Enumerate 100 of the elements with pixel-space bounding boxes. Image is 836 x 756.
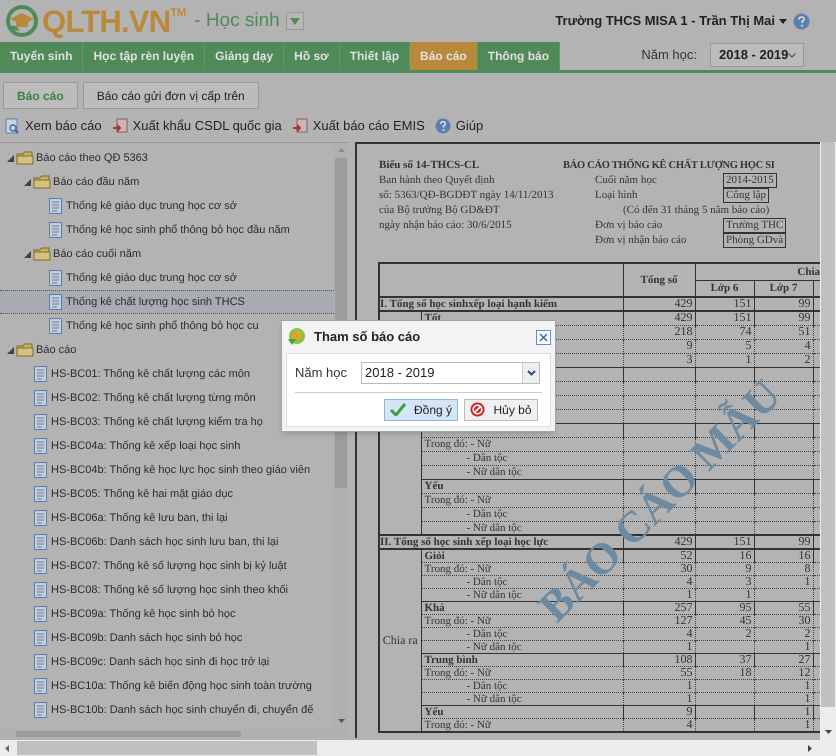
table-cell: 1 xyxy=(686,678,692,692)
issued-line: Ban hành theo Quyết định xyxy=(379,173,496,188)
module-name: - Học sinh xyxy=(194,8,280,33)
side-label: Chia ra xyxy=(382,633,418,648)
row-label: - Dân tộc xyxy=(466,576,508,588)
field-note: (Có đến 31 tháng 5 năm báo cáo) xyxy=(622,203,770,218)
row-label: - Dân tộc xyxy=(466,452,508,464)
field-label: Đơn vị nhận báo cáo xyxy=(595,233,688,248)
row-label: Trong đó: - Nữ xyxy=(424,667,491,679)
table-cell: 151 xyxy=(734,310,752,324)
table-cell: 1 xyxy=(804,574,810,588)
table-cell: 55 xyxy=(798,600,810,614)
row-label: Trong đó: - Nữ xyxy=(424,615,491,627)
field-value: Phòng GDvà xyxy=(723,233,786,248)
table-cell: 108 xyxy=(674,652,692,666)
row-label: Trong đó: - Nữ xyxy=(424,563,491,575)
logo-text: QLTH.VN xyxy=(42,6,170,36)
issued-line: của Bộ trưởng Bộ GD&ĐT xyxy=(379,203,501,218)
table-cell: 99 xyxy=(798,296,810,310)
dialog-title: Tham số báo cáo xyxy=(314,328,422,346)
table-cell: 429 xyxy=(674,310,692,324)
table-cell: 16 xyxy=(798,548,810,562)
table-cell: 52 xyxy=(680,548,692,562)
form-code: Biểu số 14-THCS-CL xyxy=(379,158,480,173)
table-cell: 9 xyxy=(686,338,692,352)
field-label: Cuối năm học xyxy=(595,173,658,188)
row-label: - Nữ dân tộc xyxy=(466,466,522,478)
field-value: 2014-2015 xyxy=(723,173,777,188)
table-cell: 55 xyxy=(680,665,692,679)
table-cell: 2 xyxy=(804,626,810,640)
row-label: - Nữ dân tộc xyxy=(466,589,522,601)
table-cell: 151 xyxy=(734,296,752,310)
table-cell: 27 xyxy=(798,652,810,666)
row-label: - Dân tộc xyxy=(466,628,508,640)
table-cell: 99 xyxy=(798,534,810,548)
section-heading: I. Tổng số học sinhxếp loại hạnh kiểm xyxy=(380,298,558,310)
table-cell: 74 xyxy=(740,324,752,338)
column-header: Chia xyxy=(797,266,820,278)
issued-line: ngày nhận báo cáo: 30/6/2015 xyxy=(379,218,513,233)
table-cell: 16 xyxy=(740,548,752,562)
table-cell: 45 xyxy=(740,613,752,627)
table-cell: 1 xyxy=(804,717,810,731)
row-label: Trung bình xyxy=(424,654,478,666)
table-cell: 429 xyxy=(674,296,692,310)
table-cell: 4 xyxy=(686,574,692,588)
field-label: Năm học xyxy=(295,364,348,382)
issued-line: số: 5363/QĐ-BGDĐT ngày 14/11/2013 xyxy=(379,188,554,203)
column-header: Lớp 7 xyxy=(770,282,798,294)
row-label: - Dân tộc xyxy=(466,680,508,692)
table-cell: 4 xyxy=(686,626,692,640)
table-cell: 51 xyxy=(798,324,810,338)
table-cell: 1 xyxy=(686,691,692,705)
table-cell: 127 xyxy=(674,613,692,627)
table-cell: 1 xyxy=(804,691,810,705)
row-label: Trong đó: - Nữ xyxy=(424,494,491,506)
table-cell: 5 xyxy=(746,338,752,352)
row-label: Trong đó: - Nữ xyxy=(424,438,491,450)
trademark: TM xyxy=(170,6,186,21)
table-cell: 151 xyxy=(734,534,752,548)
column-header: Tổng số xyxy=(640,274,678,286)
field-value: Công lập xyxy=(723,188,770,203)
table-cell: 1 xyxy=(746,587,752,601)
table-cell: 4 xyxy=(686,717,692,731)
row-label: Giỏi xyxy=(424,550,445,562)
row-label: - Nữ dân tộc xyxy=(466,693,522,705)
field-label: Đơn vị báo cáo xyxy=(595,218,664,234)
row-label: Khá xyxy=(424,602,445,614)
field-label: Loại hình xyxy=(595,188,638,204)
field-value: Trường THC xyxy=(723,218,786,233)
table-cell: 1 xyxy=(804,704,810,718)
table-cell: 3 xyxy=(746,574,752,588)
table-cell: 4 xyxy=(804,338,810,352)
report-title: BÁO CÁO THỐNG KÊ CHẤT LƯỢNG HỌC SI xyxy=(563,158,776,173)
table-cell: 30 xyxy=(798,613,810,627)
row-label: - Dân tộc xyxy=(466,508,508,520)
table-cell: 9 xyxy=(746,561,752,575)
table-cell: 1 xyxy=(686,587,692,601)
table-cell: 3 xyxy=(686,352,692,366)
row-label: Yếu xyxy=(424,480,444,492)
table-cell: 12 xyxy=(798,665,810,679)
table-cell: 257 xyxy=(674,600,692,614)
table-cell: 9 xyxy=(686,704,692,718)
row-label: Trong đó: - Nữ xyxy=(424,719,491,731)
row-label: - Nữ dân tộc xyxy=(466,641,522,653)
table-cell: 30 xyxy=(680,561,692,575)
table-cell: 1 xyxy=(746,352,752,366)
table-cell: 8 xyxy=(804,561,810,575)
row-label: - Nữ dân tộc xyxy=(466,522,522,534)
column-header: Lớp 6 xyxy=(710,282,738,294)
table-cell: 99 xyxy=(798,310,810,324)
table-cell: 2 xyxy=(746,626,752,640)
row-label: Yếu xyxy=(424,706,444,718)
year-label: Năm học: xyxy=(641,46,697,64)
table-cell: 1 xyxy=(804,678,810,692)
table-cell: 2 xyxy=(804,352,810,366)
table-cell: 1 xyxy=(686,639,692,653)
table-cell: 1 xyxy=(804,639,810,653)
table-cell: 18 xyxy=(740,665,752,679)
table-cell: 37 xyxy=(740,652,752,666)
table-cell: 218 xyxy=(674,324,692,338)
